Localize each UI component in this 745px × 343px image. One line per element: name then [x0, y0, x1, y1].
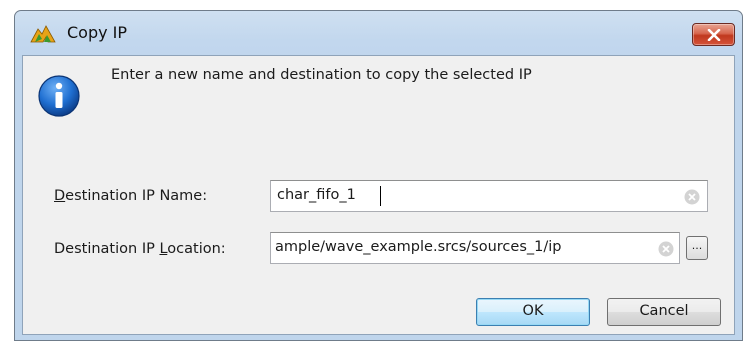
destination-name-label: Destination IP Name: [54, 188, 207, 204]
copy-ip-dialog: Copy IP Enter a new name and destination… [14, 10, 743, 341]
label-rest: ocation: [167, 241, 226, 257]
vivado-logo-icon [30, 25, 56, 43]
label-prefix: Destination IP [54, 241, 160, 257]
window-title: Copy IP [67, 23, 128, 42]
label-rest: estination IP Name: [65, 188, 208, 204]
destination-name-value[interactable]: char_fifo_1 [277, 187, 356, 203]
title-bar[interactable]: Copy IP [15, 11, 742, 55]
cancel-button[interactable]: Cancel [607, 298, 721, 326]
clear-location-icon[interactable] [658, 241, 674, 257]
text-caret [380, 186, 381, 206]
destination-location-label: Destination IP Location: [54, 241, 226, 257]
destination-name-field[interactable]: char_fifo_1 [270, 180, 708, 212]
info-icon [38, 75, 80, 117]
clear-name-icon[interactable] [684, 189, 700, 205]
close-button[interactable] [692, 23, 735, 46]
dialog-message: Enter a new name and destination to copy… [111, 67, 532, 83]
destination-location-field[interactable]: ample/wave_example.srcs/sources_1/ip [270, 232, 680, 264]
close-icon [707, 28, 720, 41]
destination-location-value[interactable]: ample/wave_example.srcs/sources_1/ip [275, 239, 561, 255]
mnemonic-d: D [54, 188, 66, 204]
browse-button[interactable]: ... [686, 236, 708, 260]
ok-button[interactable]: OK [476, 298, 590, 326]
